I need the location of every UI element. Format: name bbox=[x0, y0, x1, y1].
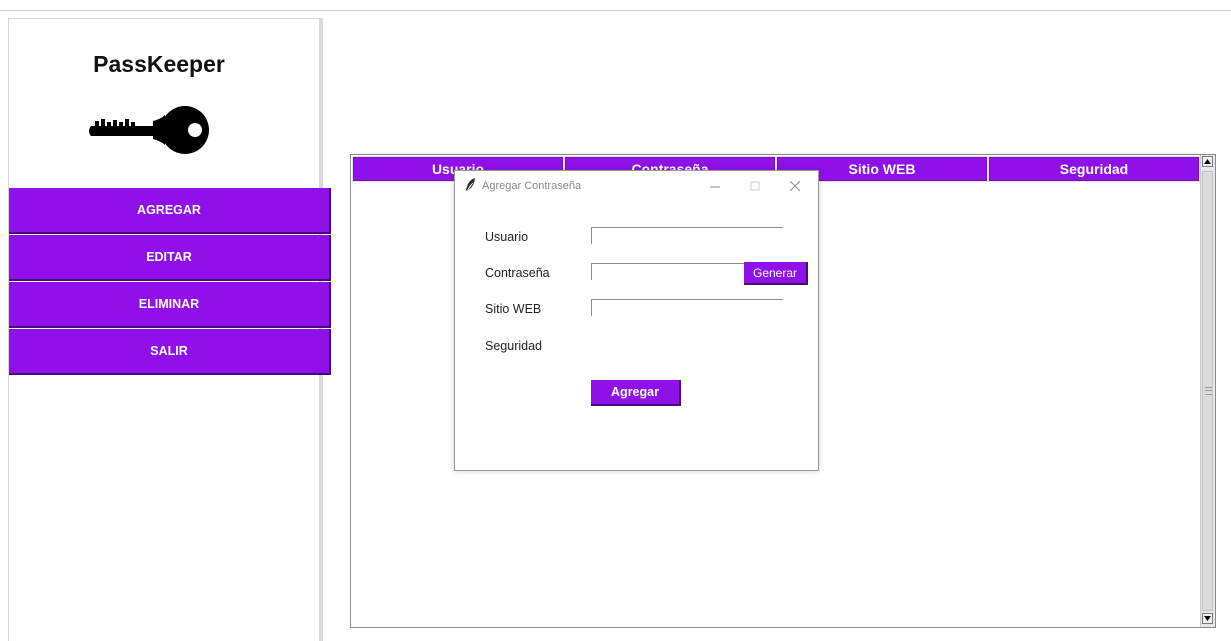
minimize-button[interactable] bbox=[705, 177, 725, 195]
app-title: PassKeeper bbox=[93, 51, 225, 77]
contrasena-input[interactable] bbox=[591, 263, 745, 280]
arrow-up-icon bbox=[1204, 159, 1211, 164]
scroll-grip-icon bbox=[1205, 387, 1212, 395]
editar-button[interactable]: EDITAR bbox=[9, 235, 331, 281]
add-password-dialog: Agregar Contraseña Usuario Contraseña Ge… bbox=[454, 170, 819, 471]
scroll-down-button[interactable] bbox=[1202, 613, 1213, 624]
feather-icon bbox=[465, 178, 476, 197]
usuario-input[interactable] bbox=[591, 227, 783, 244]
eliminar-button[interactable]: ELIMINAR bbox=[9, 282, 331, 328]
key-icon bbox=[87, 101, 217, 164]
dialog-titlebar[interactable]: Agregar Contraseña bbox=[455, 171, 818, 201]
minimize-icon bbox=[710, 186, 720, 188]
arrow-down-icon bbox=[1204, 616, 1211, 621]
close-icon bbox=[790, 181, 800, 191]
maximize-button[interactable] bbox=[745, 177, 765, 195]
scroll-up-button[interactable] bbox=[1202, 156, 1213, 167]
seguridad-label: Seguridad bbox=[485, 339, 542, 353]
maximize-icon bbox=[750, 181, 760, 191]
scroll-thumb[interactable] bbox=[1202, 171, 1213, 611]
salir-button[interactable]: SALIR bbox=[9, 329, 331, 375]
window-top-border bbox=[0, 10, 1231, 11]
sitio-web-input[interactable] bbox=[591, 299, 783, 316]
vertical-scrollbar[interactable] bbox=[1200, 155, 1215, 627]
dialog-title: Agregar Contraseña bbox=[482, 180, 582, 192]
main-window: PassKeeper AGREGAR EDITAR ELIMINAR SALIR… bbox=[0, 0, 1231, 641]
sidebar: PassKeeper AGREGAR EDITAR ELIMINAR SALIR bbox=[8, 18, 331, 641]
submit-agregar-button[interactable]: Agregar bbox=[591, 380, 681, 406]
contrasena-label: Contraseña bbox=[485, 266, 550, 280]
agregar-button[interactable]: AGREGAR bbox=[9, 188, 331, 234]
usuario-label: Usuario bbox=[485, 230, 529, 244]
column-header-seguridad[interactable]: Seguridad bbox=[988, 156, 1200, 182]
generate-password-button[interactable]: Generar bbox=[744, 262, 808, 285]
close-button[interactable] bbox=[785, 177, 805, 195]
sitio-web-label: Sitio WEB bbox=[485, 302, 542, 316]
